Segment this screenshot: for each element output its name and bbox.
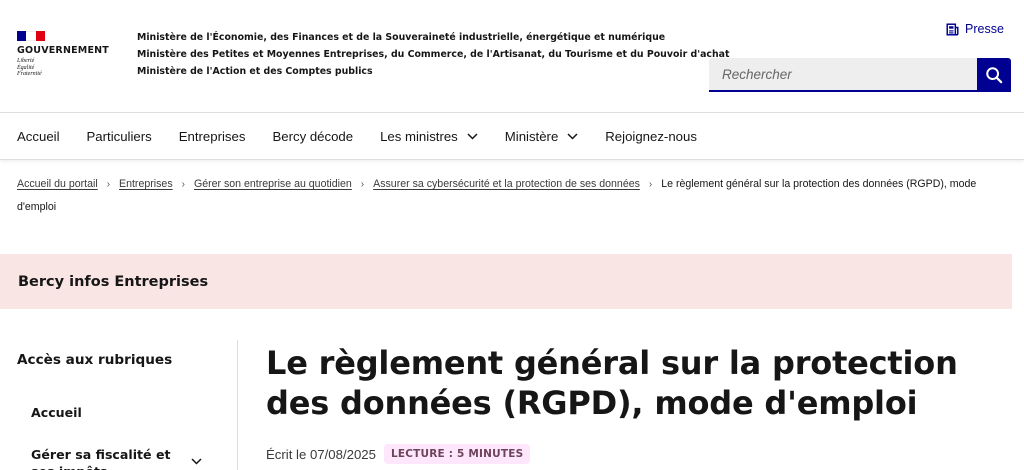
sidebar-title: Accès aux rubriques [17, 352, 173, 368]
ministry-name: Ministère de l'Économie, des Finances et… [137, 32, 666, 43]
search-bar [709, 58, 1011, 92]
main-nav: Accueil Particuliers Entreprises Bercy d… [0, 112, 1024, 160]
chevron-down-icon [467, 132, 478, 140]
sidebar-item-fiscalite[interactable]: Gérer sa fiscalité et ses impôts [31, 446, 191, 470]
breadcrumb-link[interactable]: Entreprises [119, 178, 173, 190]
ministry-name: Ministère de l'Action et des Comptes pub… [137, 66, 373, 77]
newspaper-icon [946, 22, 959, 36]
nav-item-ministere[interactable]: Ministère [505, 129, 579, 144]
nav-item-label: Particuliers [86, 128, 152, 144]
nav-item-label: Ministère [504, 128, 559, 144]
page-title: Le règlement général sur la protection d… [266, 344, 958, 422]
nav-item-label: Entreprises [178, 128, 246, 144]
breadcrumb-link[interactable]: Gérer son entreprise au quotidien [194, 178, 352, 190]
logo-motto: Liberté Égalité Fraternité [17, 58, 117, 78]
government-logo[interactable]: GOUVERNEMENT Liberté Égalité Fraternité [17, 31, 117, 78]
chevron-right-icon: › [360, 179, 365, 190]
presse-label: Presse [965, 22, 1004, 36]
banner-title: Bercy infos Entreprises [18, 273, 209, 290]
chevron-right-icon: › [648, 179, 653, 190]
chevron-right-icon: › [106, 179, 111, 190]
presse-link[interactable]: Presse [946, 22, 1004, 36]
ministries-list[interactable]: Ministère de l'Économie, des Finances et… [137, 29, 730, 80]
chevron-right-icon: › [181, 179, 185, 190]
ministry-name: Ministère des Petites et Moyennes Entrep… [137, 49, 730, 60]
chevron-down-icon[interactable] [191, 458, 202, 465]
nav-item-bercy-decode[interactable]: Bercy décode [272, 129, 353, 144]
nav-item-accueil[interactable]: Accueil [17, 129, 60, 144]
breadcrumb: Accueil du portail › Entreprises › Gérer son… [17, 173, 1007, 218]
breadcrumb-link[interactable]: Assurer sa cybersécurité et la protectio… [373, 178, 640, 190]
publication-date: Écrit le 07/08/2025 [266, 446, 376, 462]
chevron-down-icon [567, 132, 578, 140]
nav-item-les-ministres[interactable]: Les ministres [380, 129, 478, 144]
nav-item-label: Les ministres [380, 128, 458, 144]
search-input[interactable] [709, 58, 977, 92]
site-header: GOUVERNEMENT Liberté Égalité Fraternité … [0, 0, 1024, 112]
nav-item-label: Bercy décode [272, 128, 354, 144]
breadcrumb-link[interactable]: Accueil du portail [17, 178, 98, 190]
logo-title: GOUVERNEMENT [17, 45, 109, 56]
nav-item-rejoignez-nous[interactable]: Rejoignez-nous [605, 129, 697, 144]
nav-item-label: Rejoignez-nous [605, 128, 697, 144]
reading-time-badge: LECTURE : 5 MINUTES [383, 444, 531, 464]
section-banner: Bercy infos Entreprises [0, 254, 1012, 309]
nav-item-label: Accueil [17, 128, 60, 144]
french-flag-icon [17, 31, 45, 41]
motto-line: Fraternité [17, 71, 42, 77]
search-icon [986, 67, 1003, 84]
sidebar-item-accueil[interactable]: Accueil [31, 405, 82, 420]
article-meta: Écrit le 07/08/2025 LECTURE : 5 MINUTES [266, 444, 531, 464]
sidebar: Accès aux rubriques Accueil Gérer sa fis… [0, 340, 238, 470]
nav-item-particuliers[interactable]: Particuliers [87, 129, 152, 144]
search-button[interactable] [977, 58, 1011, 92]
nav-item-entreprises[interactable]: Entreprises [179, 129, 246, 144]
